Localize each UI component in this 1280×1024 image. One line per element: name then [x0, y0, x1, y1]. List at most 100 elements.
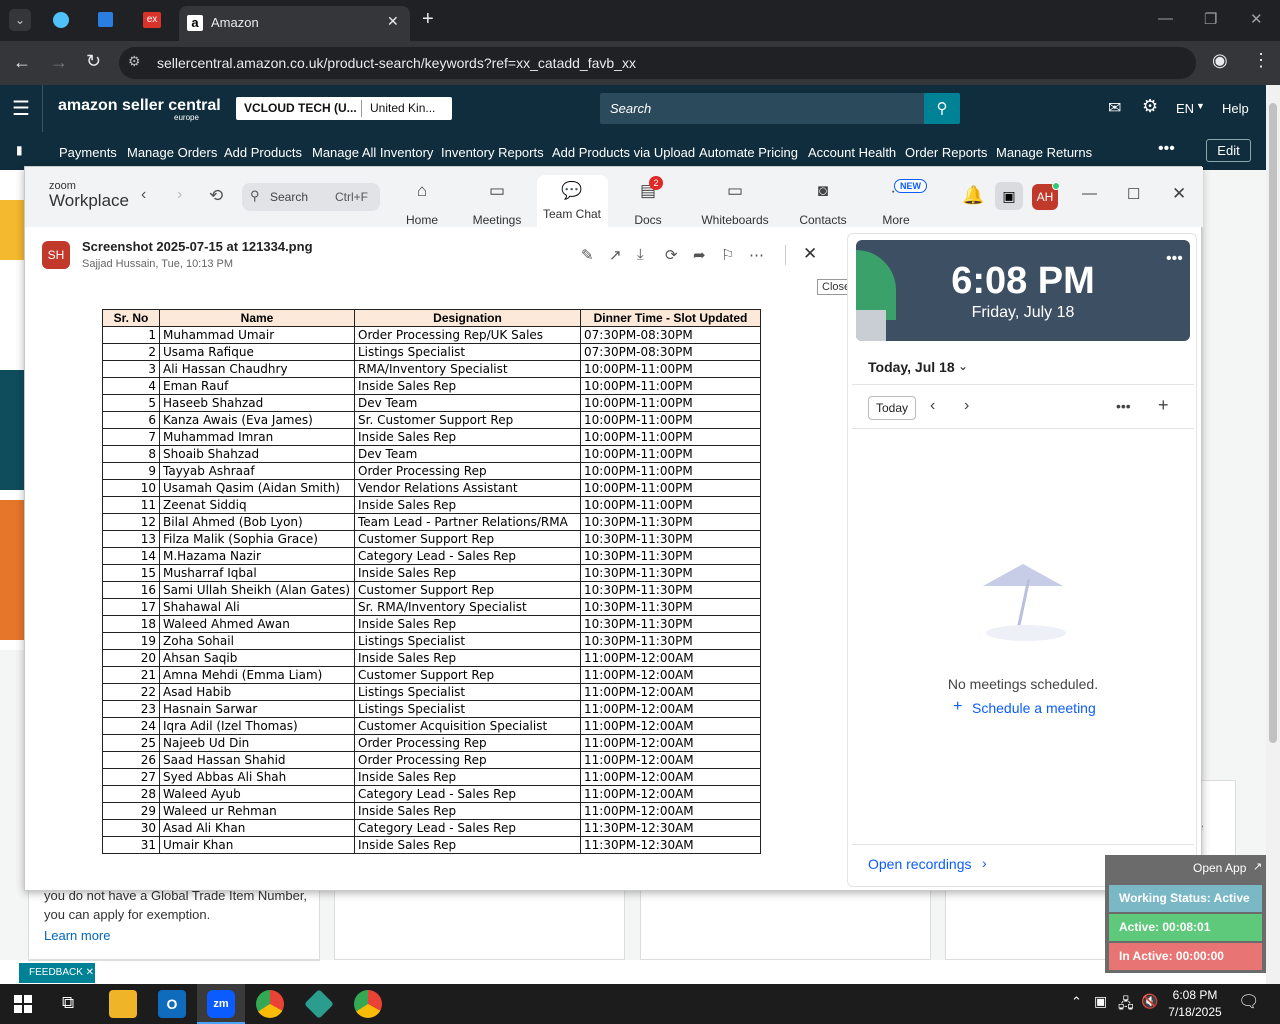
back-icon[interactable]: ← [13, 52, 31, 73]
windows-start-icon[interactable] [14, 995, 32, 1013]
edit-pencil-icon[interactable]: ✎ [581, 246, 594, 264]
ex-tab-icon[interactable]: ex [139, 8, 165, 32]
browser-menu-icon[interactable]: ⋮ [1252, 50, 1270, 71]
sender-avatar[interactable]: SH [42, 241, 70, 269]
nav-automate-pricing[interactable]: Automate Pricing [699, 145, 798, 160]
nav-manage-all-inventory[interactable]: Manage All Inventory [312, 145, 433, 160]
tab-search-icon[interactable]: ⌄ [9, 9, 31, 31]
clock-date[interactable]: 7/18/2025 [1165, 1005, 1225, 1019]
chrome-icon[interactable] [256, 990, 284, 1018]
bell-icon[interactable]: 🔔 [962, 185, 984, 206]
hamburger-icon[interactable]: ☰ [12, 96, 30, 121]
next-day-icon[interactable]: › [964, 397, 969, 415]
profile-icon[interactable]: ◉ [1212, 50, 1228, 71]
history-icon[interactable]: ⟲ [209, 186, 223, 206]
calendar-date-picker[interactable]: Today, Jul 18 [868, 359, 955, 375]
zoom-taskbar-button[interactable]: zm [197, 984, 245, 1024]
settings-gear-icon[interactable]: ⚙ [1142, 96, 1158, 117]
zoom-close-icon[interactable]: ✕ [1172, 184, 1186, 204]
open-external-icon[interactable]: ↗ [609, 246, 622, 264]
rotate-icon[interactable]: ⟳ [665, 246, 678, 264]
network-icon[interactable]: 🖧 [1118, 993, 1134, 1017]
tab-meetings[interactable]: ▭ Meetings [457, 167, 537, 227]
tray-app-icon[interactable]: ▣ [1094, 993, 1107, 1010]
chevron-down-icon[interactable]: ⌄ [958, 359, 968, 373]
cell-designation: Inside Sales Rep [354, 836, 581, 854]
address-bar[interactable]: ⚙ sellercentral.amazon.co.uk/product-sea… [119, 47, 1196, 79]
nav-order-reports[interactable]: Order Reports [905, 145, 987, 160]
tray-chevron-icon[interactable]: ⌃ [1071, 994, 1082, 1010]
generic-tab-icon[interactable] [93, 8, 119, 32]
share-icon[interactable]: ➦ [693, 246, 706, 264]
learn-more-link[interactable]: Learn more [44, 928, 110, 943]
zoom-back-icon[interactable]: ‹ [141, 186, 146, 204]
open-app-link[interactable]: Open App [1193, 861, 1246, 875]
minimize-icon[interactable]: — [1158, 10, 1173, 27]
tab-more[interactable]: ··More NEW [856, 167, 936, 227]
nav-manage-orders[interactable]: Manage Orders [127, 145, 217, 160]
table-row: 1 Muhammad Umair Order Processing Rep/UK S… [102, 326, 761, 344]
url-text[interactable]: sellercentral.amazon.co.uk/product-searc… [157, 55, 636, 71]
edge-tab-icon[interactable] [48, 8, 74, 32]
docs-badge: 2 [649, 176, 663, 190]
cell-dinner-time: 11:00PM-12:00AM [580, 717, 761, 735]
clock-time[interactable]: 6:08 PM [1165, 988, 1225, 1002]
language-select[interactable]: EN [1176, 101, 1194, 116]
tab-whiteboards[interactable]: ▭ Whiteboards [695, 167, 775, 227]
task-view-icon[interactable]: ⧉ [62, 993, 74, 1013]
open-recordings-link[interactable]: Open recordings [868, 856, 972, 872]
calendar-more-icon[interactable]: ••• [1116, 398, 1131, 414]
prev-day-icon[interactable]: ‹ [930, 397, 935, 415]
help-link[interactable]: Help [1222, 101, 1249, 116]
tab-amazon[interactable]: a Amazon ✕ [179, 6, 410, 41]
site-info-icon[interactable]: ⚙ [128, 53, 141, 70]
tab-home[interactable]: ⌂ Home [382, 167, 462, 227]
chrome-profile-icon[interactable] [354, 990, 382, 1018]
zoom-forward-icon[interactable]: › [177, 186, 182, 204]
window-close-icon[interactable]: ✕ [1250, 10, 1263, 28]
file-explorer-icon[interactable] [109, 990, 137, 1018]
zoom-search-input[interactable]: ⚲ Search Ctrl+F [242, 183, 380, 211]
add-event-icon[interactable]: + [1158, 395, 1169, 416]
outlook-icon[interactable]: O [158, 990, 186, 1018]
nav-inventory-reports[interactable]: Inventory Reports [441, 145, 544, 160]
nav-payments[interactable]: Payments [59, 145, 117, 160]
nav-account-health[interactable]: Account Health [808, 145, 896, 160]
cell-name: Asad Ali Khan [159, 819, 355, 837]
cell-name: Shahawal Ali [159, 598, 355, 616]
restore-icon[interactable]: ❐ [1204, 10, 1217, 28]
forward-icon[interactable]: → [50, 52, 68, 73]
edit-nav-button[interactable]: Edit [1206, 139, 1251, 162]
zoom-minimize-icon[interactable]: — [1082, 185, 1097, 202]
gift-icon[interactable]: ▣ [995, 182, 1023, 210]
tab-contacts[interactable]: ◙ Contacts [783, 167, 863, 227]
viewer-close-icon[interactable]: ✕ [803, 244, 817, 264]
nav-add-products[interactable]: Add Products [224, 145, 302, 160]
notification-center-icon[interactable]: 🗨 [1238, 992, 1260, 1012]
nav-manage-returns[interactable]: Manage Returns [996, 145, 1092, 160]
nav-add-products-upload[interactable]: Add Products via Upload [552, 145, 695, 160]
zoom-maximize-icon[interactable]: ☐ [1127, 185, 1140, 203]
new-tab-icon[interactable]: + [422, 8, 434, 31]
clock-more-icon[interactable]: ••• [1166, 250, 1183, 268]
today-button[interactable]: Today [868, 396, 916, 420]
plus-icon[interactable]: + [953, 698, 962, 716]
amazon-search-input[interactable]: Search [600, 93, 925, 124]
account-switcher[interactable]: VCLOUD TECH (U... United Kin... [236, 97, 452, 120]
tab-team-chat[interactable]: 💬 Team Chat [537, 175, 608, 227]
schedule-meeting-link[interactable]: Schedule a meeting [972, 700, 1096, 716]
bookmark-icon[interactable]: ▮ [16, 143, 23, 157]
amazon-search-icon[interactable]: ⚲ [924, 93, 960, 124]
nav-more-icon[interactable]: ••• [1158, 140, 1175, 158]
feedback-button[interactable]: FEEDBACK ✕ [19, 963, 95, 983]
bookmark-save-icon[interactable]: ⚐ [721, 246, 734, 264]
download-icon[interactable]: ⤓ [637, 246, 644, 263]
page-scrollbar[interactable] [1266, 85, 1280, 984]
tab-close-icon[interactable]: ✕ [387, 13, 399, 30]
mail-icon[interactable]: ✉ [1108, 98, 1121, 118]
volume-icon[interactable]: 🔇 [1141, 993, 1158, 1010]
viewer-more-icon[interactable]: ⋯ [749, 246, 764, 264]
tab-docs[interactable]: ▤ Docs 2 [608, 167, 688, 227]
clock-date: Friday, July 18 [971, 304, 1075, 321]
reload-icon[interactable]: ↻ [86, 51, 101, 72]
